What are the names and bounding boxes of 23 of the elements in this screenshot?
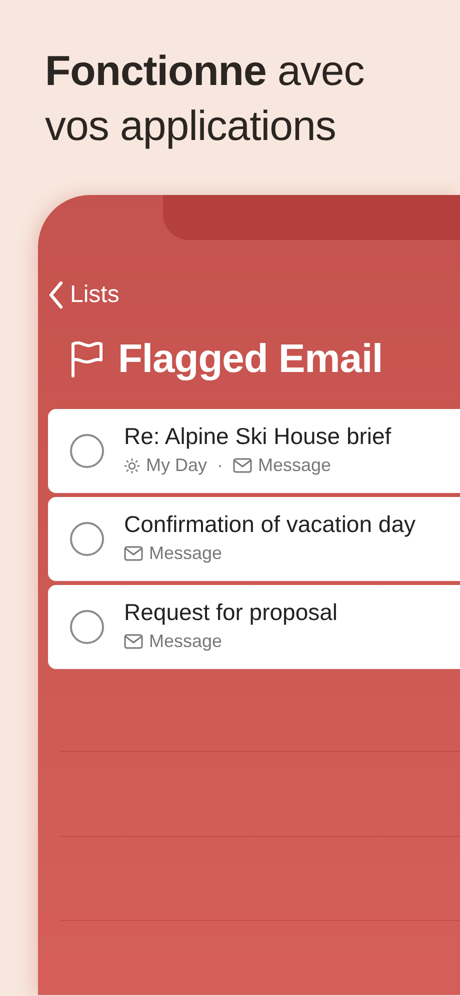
task-title: Re: Alpine Ski House brief <box>124 422 392 450</box>
sun-icon <box>124 458 140 474</box>
task-meta-label: Message <box>258 454 332 478</box>
task-card[interactable]: Request for proposal Message <box>48 585 460 670</box>
mail-icon <box>124 546 143 562</box>
mail-icon <box>233 458 252 474</box>
back-chevron-icon <box>48 281 64 310</box>
task-meta-label: Message <box>149 630 222 654</box>
headline: Fonctionne avec vos applications <box>44 46 366 151</box>
task-card[interactable]: Re: Alpine Ski House brief My Day · Message <box>48 409 460 494</box>
task-meta-label: My Day <box>146 454 208 478</box>
back-button[interactable]: Lists <box>38 277 120 314</box>
complete-checkbox[interactable] <box>70 434 104 468</box>
complete-checkbox[interactable] <box>70 522 104 556</box>
task-meta-label: Message <box>149 542 222 566</box>
separator-dot: · <box>217 454 224 478</box>
complete-checkbox[interactable] <box>70 610 104 644</box>
mail-icon <box>124 634 143 650</box>
task-title: Confirmation of vacation day <box>124 510 416 538</box>
list-title: Flagged Email <box>118 336 383 384</box>
flag-icon <box>70 340 104 378</box>
task-card[interactable]: Confirmation of vacation day Message <box>48 497 460 582</box>
task-title: Request for proposal <box>124 598 338 626</box>
